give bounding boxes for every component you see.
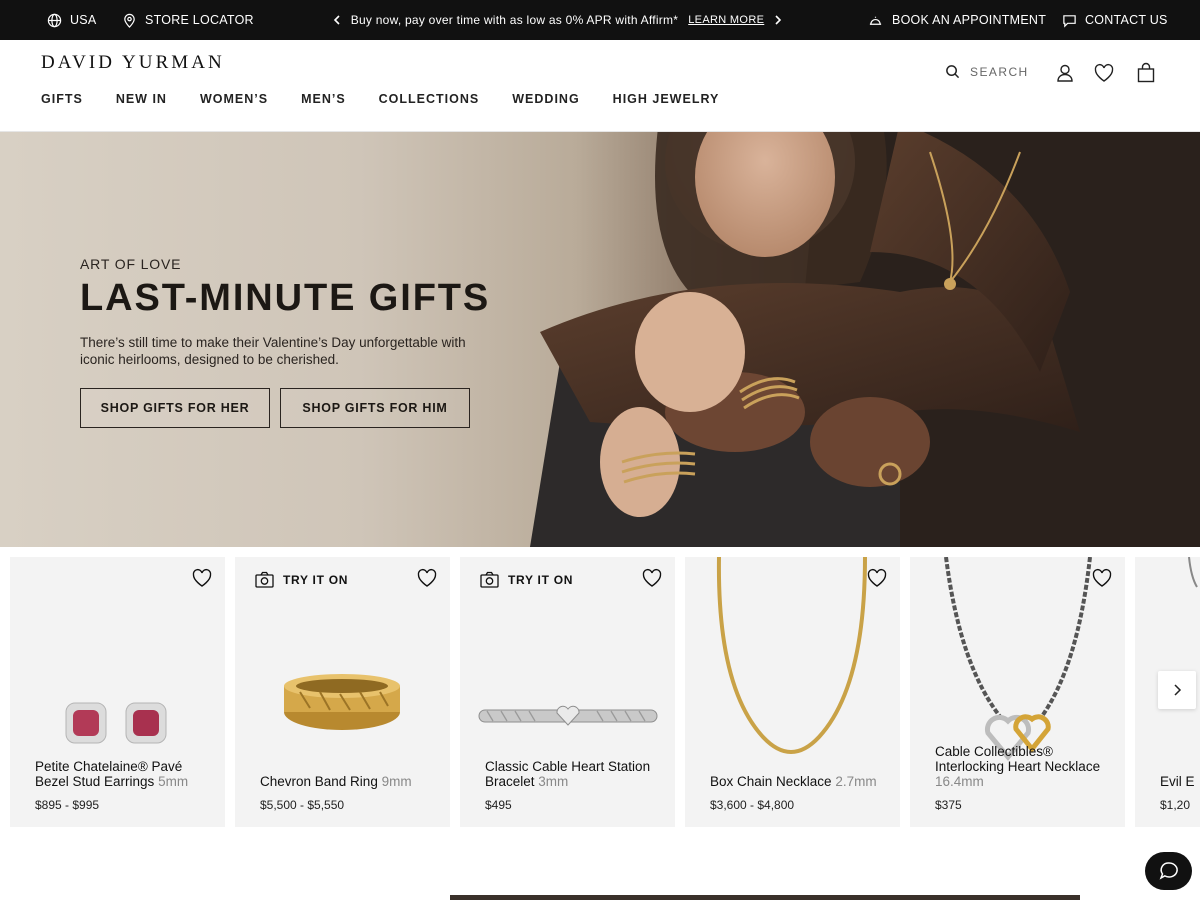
shop-gifts-for-him-button[interactable]: SHOP GIFTS FOR HIM <box>280 387 470 428</box>
heart-icon <box>1094 63 1114 82</box>
product-price: $1,20 <box>1160 798 1191 812</box>
hero-eyebrow: ART OF LOVE <box>80 256 182 272</box>
nav-mens[interactable]: MEN’S <box>301 92 346 106</box>
product-size: 2.7mm <box>835 774 877 789</box>
region-selector[interactable]: USA <box>47 0 96 40</box>
add-to-wishlist-button[interactable] <box>416 567 438 589</box>
chevron-right-icon[interactable] <box>771 13 785 27</box>
next-section-image <box>450 895 1080 900</box>
nav-wedding[interactable]: WEDDING <box>512 92 579 106</box>
chat-bubble-icon <box>1063 14 1076 28</box>
chat-icon <box>1159 862 1178 880</box>
try-it-on-label: TRY IT ON <box>283 572 349 587</box>
search-input[interactable]: SEARCH <box>945 64 1029 79</box>
heart-icon <box>642 568 662 587</box>
try-it-on-button[interactable]: TRY IT ON <box>480 571 573 588</box>
product-image <box>716 557 867 754</box>
contact-us-label: CONTACT US <box>1085 13 1168 27</box>
brand-logo[interactable]: DAVID YURMAN <box>41 52 225 74</box>
product-name: Evil E <box>1160 774 1195 789</box>
product-title[interactable]: Evil E <box>1160 774 1200 789</box>
try-it-on-button[interactable]: TRY IT ON <box>255 571 348 588</box>
add-to-wishlist-button[interactable] <box>191 567 213 589</box>
search-icon <box>946 65 960 79</box>
product-image <box>478 705 658 726</box>
product-image <box>1188 557 1198 588</box>
product-title[interactable]: Chevron Band Ring 9mm <box>260 774 440 789</box>
product-size: 9mm <box>381 774 412 789</box>
promo-message: Buy now, pay over time with as low as 0%… <box>350 13 679 27</box>
book-appointment-label: BOOK AN APPOINTMENT <box>892 13 1047 27</box>
add-to-wishlist-button[interactable] <box>641 567 663 589</box>
hero-description: There’s still time to make their Valenti… <box>80 334 466 367</box>
store-locator-link[interactable]: STORE LOCATOR <box>122 0 254 40</box>
region-label: USA <box>70 13 97 27</box>
product-card[interactable]: TRY IT ON Classic Cable Heart Station Br… <box>460 557 675 827</box>
product-title[interactable]: Petite Chatelaine® Pavé Bezel Stud Earri… <box>35 759 215 789</box>
search-placeholder: SEARCH <box>970 64 1029 79</box>
product-name: Box Chain Necklace <box>710 774 832 789</box>
product-title[interactable]: Cable Collectibles® Interlocking Heart N… <box>935 744 1115 789</box>
product-price: $5,500 - $5,550 <box>260 798 345 812</box>
book-appointment-link[interactable]: BOOK AN APPOINTMENT <box>867 0 1046 40</box>
shop-gifts-for-her-button[interactable]: SHOP GIFTS FOR HER <box>80 387 270 428</box>
cart-button[interactable] <box>1135 62 1157 84</box>
location-pin-icon <box>124 13 135 28</box>
product-name: Cable Collectibles® Interlocking Heart N… <box>935 744 1101 774</box>
heart-icon <box>417 568 437 587</box>
product-price: $895 - $995 <box>35 798 100 812</box>
contact-us-link[interactable]: CONTACT US <box>1062 0 1168 40</box>
hero-text-block: ART OF LOVE LAST-MINUTE GIFTS There’s st… <box>80 256 540 428</box>
product-carousel: Petite Chatelaine® Pavé Bezel Stud Earri… <box>0 547 1200 837</box>
product-size: 3mm <box>538 774 569 789</box>
utility-bar: USA STORE LOCATOR Buy now, pay over time… <box>0 0 1200 40</box>
product-card[interactable]: Box Chain Necklace 2.7mm $3,600 - $4,800 <box>685 557 900 827</box>
product-size: 5mm <box>158 774 189 789</box>
heart-icon <box>192 568 212 587</box>
product-image <box>284 674 400 730</box>
product-card[interactable]: Petite Chatelaine® Pavé Bezel Stud Earri… <box>10 557 225 827</box>
wishlist-button[interactable] <box>1093 62 1115 84</box>
globe-icon <box>47 13 62 27</box>
store-locator-label: STORE LOCATOR <box>145 13 254 27</box>
main-nav: GIFTS NEW IN WOMEN’S MEN’S COLLECTIONS W… <box>41 92 719 106</box>
product-name: Chevron Band Ring <box>260 774 378 789</box>
learn-more-link[interactable]: LEARN MORE <box>688 14 764 26</box>
site-header: DAVID YURMAN GIFTS NEW IN WOMEN’S MEN’S … <box>0 40 1200 132</box>
hero-banner[interactable]: ART OF LOVE LAST-MINUTE GIFTS There’s st… <box>0 132 1200 547</box>
camera-icon <box>480 571 499 588</box>
product-size: 16.4mm <box>935 774 984 789</box>
carousel-next-button[interactable] <box>1158 671 1196 709</box>
hero-title: LAST-MINUTE GIFTS <box>80 277 491 319</box>
account-button[interactable] <box>1054 62 1076 84</box>
product-card[interactable]: Cable Collectibles® Interlocking Heart N… <box>910 557 1125 827</box>
nav-high-jewelry[interactable]: HIGH JEWELRY <box>613 92 720 106</box>
nav-womens[interactable]: WOMEN’S <box>200 92 268 106</box>
product-image <box>944 557 1092 761</box>
try-it-on-label: TRY IT ON <box>508 572 574 587</box>
product-image <box>65 702 167 744</box>
product-price: $375 <box>935 798 962 812</box>
user-icon <box>1057 64 1073 82</box>
chevron-left-icon[interactable] <box>330 13 344 27</box>
product-title[interactable]: Classic Cable Heart Station Bracelet 3mm <box>485 759 665 789</box>
shopping-bag-icon <box>1137 62 1155 83</box>
product-price: $3,600 - $4,800 <box>710 798 795 812</box>
chevron-right-icon <box>1174 684 1182 696</box>
promo-carousel: Buy now, pay over time with as low as 0%… <box>330 0 785 40</box>
nav-gifts[interactable]: GIFTS <box>41 92 83 106</box>
product-card[interactable]: TRY IT ON Chevron Band Ring 9mm $5,500 -… <box>235 557 450 827</box>
live-chat-button[interactable] <box>1145 852 1192 890</box>
nav-new-in[interactable]: NEW IN <box>116 92 167 106</box>
appointment-icon <box>869 16 882 25</box>
camera-icon <box>255 571 274 588</box>
product-title[interactable]: Box Chain Necklace 2.7mm <box>710 774 890 789</box>
nav-collections[interactable]: COLLECTIONS <box>379 92 480 106</box>
product-price: $495 <box>485 798 512 812</box>
